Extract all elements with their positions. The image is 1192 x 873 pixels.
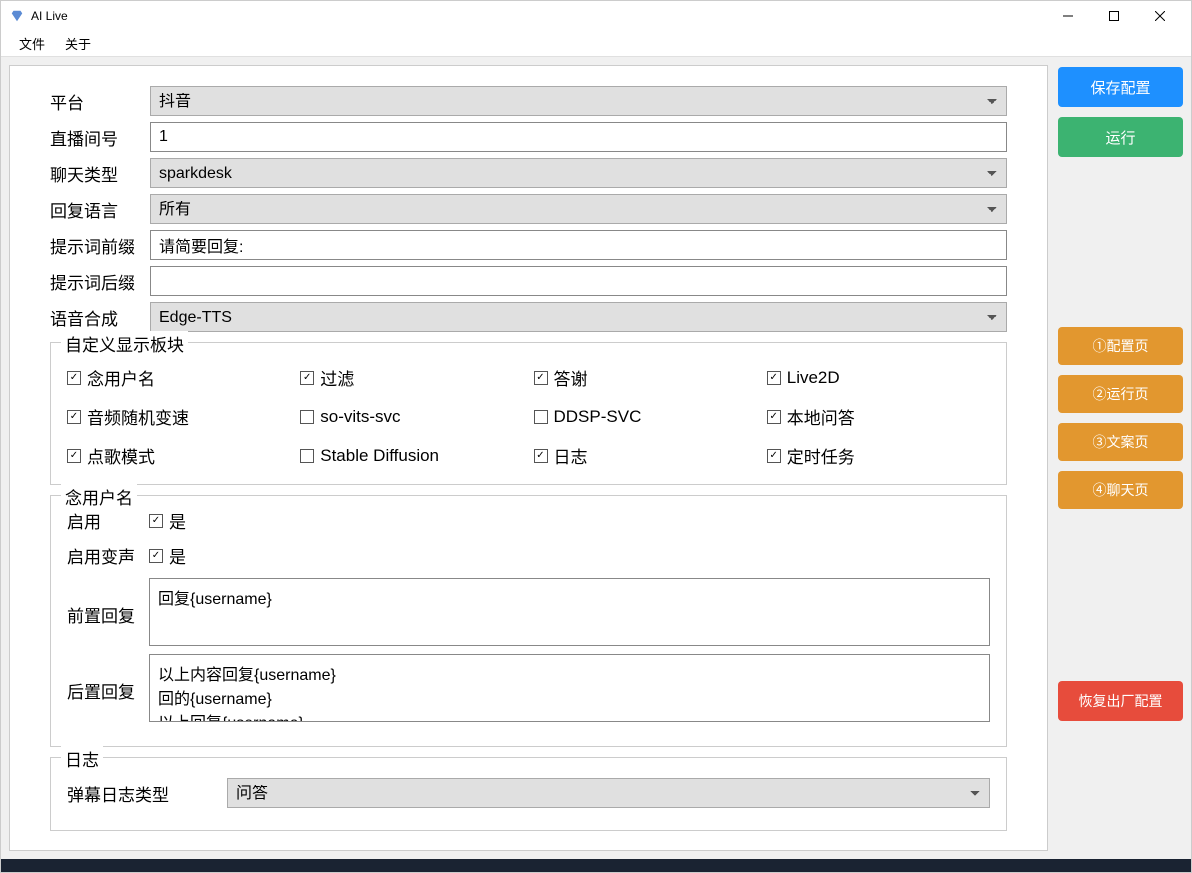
window-title: AI Live (31, 9, 1045, 23)
run-button[interactable]: 运行 (1058, 117, 1183, 157)
username-fieldset: 念用户名 启用 ✓ 是 启用变声 ✓ 是 前置回复 (50, 495, 1007, 747)
custom-checkbox-row: ✓ 过滤 (300, 365, 523, 390)
custom-checkbox-row: ✓ 日志 (534, 443, 757, 468)
custom-checkbox-row: ✓ 音频随机变速 (67, 404, 290, 429)
custom-display-fieldset: 自定义显示板块 ✓念用户名✓过滤✓答谢✓Live2D✓音频随机变速so-vits… (50, 342, 1007, 485)
custom-checkbox[interactable]: ✓ (67, 410, 81, 424)
custom-checkbox-label: 过滤 (320, 365, 354, 390)
custom-checkbox[interactable] (534, 410, 548, 424)
tts-select[interactable]: Edge-TTS (150, 302, 1007, 332)
pre-reply-label: 前置回复 (67, 578, 149, 627)
prompt-suffix-label: 提示词后缀 (50, 269, 150, 294)
custom-checkbox[interactable]: ✓ (767, 371, 781, 385)
custom-checkbox-row: Stable Diffusion (300, 443, 523, 468)
custom-checkbox-row: ✓ Live2D (767, 365, 990, 390)
right-panel: 保存配置 运行 ①配置页 ②运行页 ③文案页 ④聊天页 恢复出厂配置 (1058, 65, 1183, 851)
custom-checkbox-row: so-vits-svc (300, 404, 523, 429)
room-id-input[interactable] (150, 122, 1007, 152)
custom-checkbox-label: 日志 (554, 443, 588, 468)
taskbar (1, 859, 1191, 872)
prompt-suffix-input[interactable] (150, 266, 1007, 296)
custom-checkbox[interactable]: ✓ (67, 371, 81, 385)
custom-checkbox-row: ✓ 答谢 (534, 365, 757, 390)
reply-lang-select[interactable]: 所有 (150, 194, 1007, 224)
main-scroll-area[interactable]: 平台 抖音 直播间号 聊天类型 sparkdesk 回复语言 所有 提示词前缀 (9, 65, 1048, 851)
nav-run-button[interactable]: ②运行页 (1058, 375, 1183, 413)
custom-checkbox[interactable]: ✓ (67, 449, 81, 463)
custom-checkbox[interactable]: ✓ (534, 371, 548, 385)
username-legend: 念用户名 (61, 484, 137, 509)
nav-config-button[interactable]: ①配置页 (1058, 327, 1183, 365)
reply-lang-label: 回复语言 (50, 197, 150, 222)
tts-label: 语音合成 (50, 305, 150, 330)
custom-checkbox-label: 定时任务 (787, 443, 855, 468)
custom-checkbox-label: Stable Diffusion (320, 446, 439, 466)
chat-type-select[interactable]: sparkdesk (150, 158, 1007, 188)
custom-checkbox-label: 念用户名 (87, 365, 155, 390)
platform-label: 平台 (50, 89, 150, 114)
nav-script-button[interactable]: ③文案页 (1058, 423, 1183, 461)
room-id-label: 直播间号 (50, 125, 150, 150)
custom-checkbox-label: DDSP-SVC (554, 407, 642, 427)
custom-checkbox-row: DDSP-SVC (534, 404, 757, 429)
custom-checkbox[interactable]: ✓ (534, 449, 548, 463)
enable-cb-text: 是 (169, 508, 186, 533)
custom-checkbox-label: 点歌模式 (87, 443, 155, 468)
enable-voice-label: 启用变声 (67, 543, 149, 568)
custom-checkbox-label: 音频随机变速 (87, 404, 189, 429)
custom-checkbox[interactable] (300, 410, 314, 424)
maximize-button[interactable] (1091, 1, 1137, 31)
custom-checkbox[interactable]: ✓ (300, 371, 314, 385)
save-config-button[interactable]: 保存配置 (1058, 67, 1183, 107)
custom-checkbox[interactable] (300, 449, 314, 463)
post-reply-textarea[interactable] (149, 654, 990, 722)
enable-label: 启用 (67, 508, 149, 533)
minimize-button[interactable] (1045, 1, 1091, 31)
menu-about[interactable]: 关于 (55, 31, 101, 56)
prompt-prefix-label: 提示词前缀 (50, 233, 150, 258)
post-reply-label: 后置回复 (67, 654, 149, 703)
log-type-select[interactable]: 问答 (227, 778, 990, 808)
log-legend: 日志 (61, 746, 103, 771)
nav-chat-button[interactable]: ④聊天页 (1058, 471, 1183, 509)
enable-checkbox[interactable]: ✓ (149, 514, 163, 528)
menubar: 文件 关于 (1, 31, 1191, 57)
custom-checkbox-label: Live2D (787, 368, 840, 388)
custom-checkbox-label: 本地问答 (787, 404, 855, 429)
custom-checkbox-row: ✓ 定时任务 (767, 443, 990, 468)
app-icon (9, 8, 25, 24)
custom-checkbox-label: so-vits-svc (320, 407, 400, 427)
menu-file[interactable]: 文件 (9, 31, 55, 56)
custom-checkbox-label: 答谢 (554, 365, 588, 390)
enable-voice-checkbox[interactable]: ✓ (149, 549, 163, 563)
pre-reply-textarea[interactable] (149, 578, 990, 646)
custom-checkbox-row: ✓ 念用户名 (67, 365, 290, 390)
close-button[interactable] (1137, 1, 1183, 31)
custom-checkbox-row: ✓ 点歌模式 (67, 443, 290, 468)
log-type-label: 弹幕日志类型 (67, 781, 227, 806)
custom-checkbox-row: ✓ 本地问答 (767, 404, 990, 429)
chat-type-label: 聊天类型 (50, 161, 150, 186)
prompt-prefix-input[interactable] (150, 230, 1007, 260)
log-fieldset: 日志 弹幕日志类型 问答 (50, 757, 1007, 831)
custom-checkbox[interactable]: ✓ (767, 449, 781, 463)
factory-reset-button[interactable]: 恢复出厂配置 (1058, 681, 1183, 721)
custom-checkbox[interactable]: ✓ (767, 410, 781, 424)
enable-voice-cb-text: 是 (169, 543, 186, 568)
titlebar: AI Live (1, 1, 1191, 31)
custom-display-legend: 自定义显示板块 (61, 331, 188, 356)
platform-select[interactable]: 抖音 (150, 86, 1007, 116)
